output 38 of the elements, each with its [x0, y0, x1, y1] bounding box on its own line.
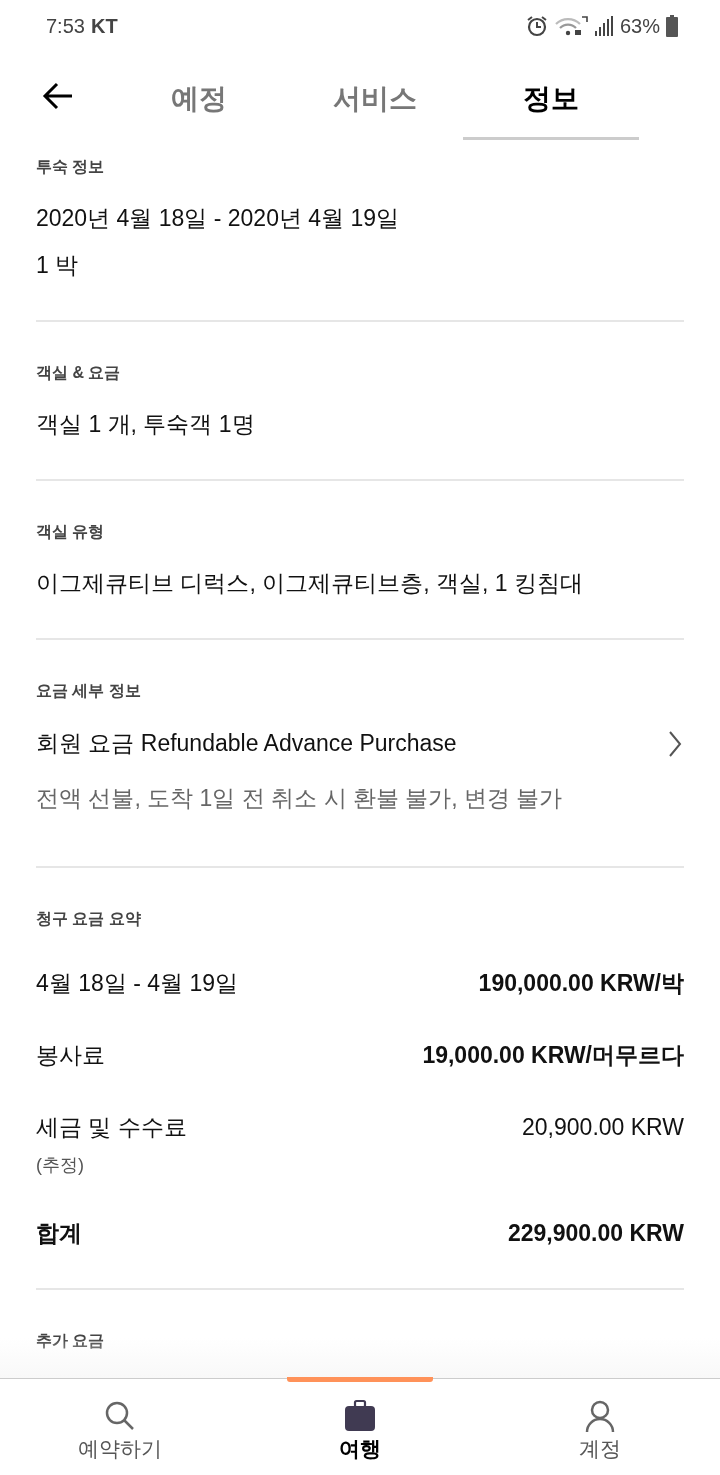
detail-text: 이그제큐티브 디럭스, 이그제큐티브층, 객실, 1 킹침대: [36, 569, 584, 598]
charge-amount: 20,900.00 KRW: [522, 1113, 684, 1142]
signal-icon: [593, 15, 614, 37]
status-time: 7:53: [46, 14, 85, 39]
rate-terms: 전액 선불, 도착 1일 전 취소 시 환불 불가, 변경 불가: [36, 784, 564, 813]
chevron-right-icon[interactable]: [668, 729, 682, 758]
alarm-icon: [525, 15, 548, 37]
charge-label: 봉사료: [36, 1041, 105, 1070]
person-icon: [583, 1399, 617, 1433]
charge-label: 세금 및 수수료: [36, 1113, 187, 1142]
charge-note: (추정): [36, 1154, 85, 1176]
section-label: 청구 요금 요약: [36, 909, 142, 929]
detail-text: 2020년 4월 18일 - 2020년 4월 19일: [36, 204, 401, 233]
nav-tab[interactable]: 예약하기: [0, 1379, 240, 1475]
total-amount: 229,900.00 KRW: [508, 1219, 684, 1248]
battery-percent: 63%: [619, 14, 660, 39]
briefcase-icon: [343, 1399, 377, 1433]
wifi-icon: [553, 15, 588, 37]
carrier-name: KT: [90, 14, 118, 39]
detail-text: 객실 1 개, 투숙객 1명: [36, 410, 256, 439]
total-label: 합계: [36, 1219, 82, 1248]
rate-name: 회원 요금 Refundable Advance Purchase: [36, 729, 458, 758]
section-label: 객실 & 요금: [36, 363, 122, 383]
section-label: 객실 유형: [36, 522, 106, 542]
charge-amount: 190,000.00 KRW/박: [478, 969, 684, 998]
section-label: 추가 요금: [36, 1331, 106, 1351]
nav-tab[interactable]: 여행: [240, 1379, 480, 1475]
tab[interactable]: 정보: [463, 52, 639, 140]
battery-icon: [666, 15, 678, 37]
detail-text: 1 박: [36, 251, 80, 280]
tab[interactable]: 예정: [111, 52, 287, 140]
charge-label: 4월 18일 - 4월 19일: [36, 969, 238, 998]
charge-amount: 19,000.00 KRW/머무르다: [422, 1041, 684, 1070]
nav-tab[interactable]: 계정: [480, 1379, 720, 1475]
back-arrow-icon[interactable]: [41, 82, 74, 110]
tab[interactable]: 서비스: [287, 52, 463, 140]
section-label: 투숙 정보: [36, 157, 106, 177]
section-label: 요금 세부 정보: [36, 681, 142, 701]
